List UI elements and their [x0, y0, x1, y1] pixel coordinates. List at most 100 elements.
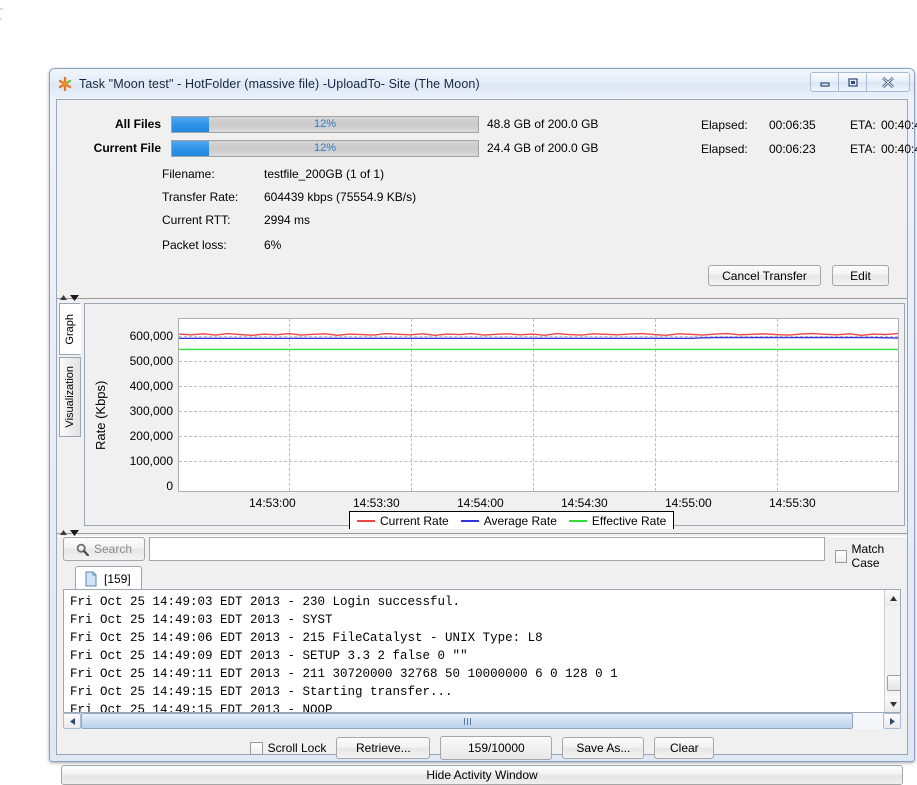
chart-y-tick: 400,000 [107, 379, 173, 393]
scroll-lock-control[interactable]: Scroll Lock [250, 741, 327, 755]
log-output-box[interactable]: Fri Oct 25 14:49:03 EDT 2013 - 230 Login… [63, 589, 901, 713]
legend-swatch-effective-rate [569, 520, 587, 522]
chart-x-tick: 14:54:30 [561, 496, 608, 510]
tab-graph-label: Graph [64, 314, 76, 345]
progress-bytes-current-file: 24.4 GB of 200.0 GB [487, 141, 598, 155]
legend-swatch-current-rate [357, 520, 375, 522]
chart-x-tick: 14:55:00 [665, 496, 712, 510]
log-scroll-thumb[interactable] [887, 675, 901, 691]
magnifier-icon [76, 543, 89, 556]
log-tabstrip [63, 566, 901, 591]
eta-value-all-files: 00:40:40 [881, 118, 917, 132]
search-row: Search Match Case [57, 537, 907, 565]
transfer-summary-panel: All Files 12% 48.8 GB of 200.0 GB Elapse… [57, 100, 907, 294]
chart-y-tick: 600,000 [107, 329, 173, 343]
log-line: Fri Oct 25 14:49:15 EDT 2013 - Starting … [64, 683, 883, 701]
chart-x-tick: 14:54:00 [457, 496, 504, 510]
chart-y-axis-label: Rate (Kbps) [93, 340, 108, 450]
chart-x-tick: 14:53:00 [249, 496, 296, 510]
log-line: Fri Oct 25 14:49:11 EDT 2013 - 211 30720… [64, 665, 883, 683]
progress-percent-current-file: 12% [172, 141, 478, 156]
legend-label-average-rate: Average Rate [484, 514, 557, 528]
detail-transfer-rate-value: 604439 kbps (75554.9 KB/s) [264, 190, 416, 204]
elapsed-value-all-files: 00:06:35 [769, 118, 816, 132]
triangle-down-icon [70, 530, 79, 536]
grip-line [464, 718, 465, 725]
scroll-down-arrow-icon[interactable] [885, 696, 901, 712]
chart-legend: Current Rate Average Rate Effective Rate [349, 511, 674, 531]
clear-button[interactable]: Clear [654, 737, 714, 759]
log-tab-159[interactable]: [159] [75, 566, 142, 590]
detail-packet-loss-key: Packet loss: [162, 238, 262, 252]
match-case-checkbox[interactable] [835, 550, 847, 563]
document-icon [84, 571, 98, 587]
chart-y-tick: 300,000 [107, 404, 173, 418]
splitter-top[interactable] [57, 294, 907, 301]
window-title: Task "Moon test" - HotFolder (massive fi… [79, 77, 480, 91]
elapsed-key-current-file: Elapsed: [701, 142, 748, 156]
detail-current-rtt-value: 2994 ms [264, 213, 310, 227]
chart-x-tick: 14:55:30 [769, 496, 816, 510]
legend-swatch-average-rate [461, 520, 479, 522]
legend-item-average-rate: Average Rate [461, 514, 557, 528]
splitter-arrows[interactable] [60, 294, 79, 301]
scroll-right-arrow-icon[interactable] [883, 713, 901, 729]
progress-row-all-files: All Files 12% 48.8 GB of 200.0 GB [65, 115, 598, 133]
asterisk-app-icon [57, 76, 73, 92]
progress-label-current-file: Current File [65, 141, 161, 155]
graph-view-tabs: Graph Visualization [59, 303, 81, 437]
window-controls [810, 72, 910, 92]
chart-series-svg [179, 319, 898, 491]
detail-current-rtt-key: Current RTT: [162, 213, 262, 227]
window-titlebar[interactable]: Task "Moon test" - HotFolder (massive fi… [50, 69, 914, 98]
restore-button[interactable] [838, 72, 867, 92]
legend-item-current-rate: Current Rate [357, 514, 449, 528]
progress-bytes-all-files: 48.8 GB of 200.0 GB [487, 117, 598, 131]
detail-filename-value: testfile_200GB (1 of 1) [264, 167, 384, 181]
log-line: Fri Oct 25 14:49:03 EDT 2013 - SYST [64, 611, 883, 629]
scroll-lock-checkbox[interactable] [250, 742, 263, 755]
detail-filename-key: Filename: [162, 167, 262, 181]
task-window: Task "Moon test" - HotFolder (massive fi… [49, 68, 915, 762]
window-body: All Files 12% 48.8 GB of 200.0 GB Elapse… [56, 99, 908, 755]
close-button[interactable] [866, 72, 910, 92]
scroll-up-arrow-icon[interactable] [885, 590, 901, 606]
cancel-transfer-button[interactable]: Cancel Transfer [708, 265, 821, 286]
progress-row-current-file: Current File 12% 24.4 GB of 200.0 GB [65, 139, 598, 157]
splitter-arrows[interactable] [60, 529, 79, 536]
retrieve-button[interactable]: Retrieve... [336, 737, 430, 759]
legend-label-effective-rate: Effective Rate [592, 514, 666, 528]
log-vertical-scrollbar[interactable] [884, 590, 900, 712]
log-hscroll-thumb[interactable] [81, 713, 853, 729]
tab-graph[interactable]: Graph [59, 303, 81, 355]
search-button[interactable]: Search [63, 537, 145, 561]
save-as-button[interactable]: Save As... [562, 737, 644, 759]
chart-y-tick: 100,000 [107, 454, 173, 468]
scroll-lock-label: Scroll Lock [268, 741, 327, 755]
chart-y-tick: 0 [107, 479, 173, 493]
grip-line [467, 718, 468, 725]
edit-button[interactable]: Edit [832, 265, 889, 286]
splitter-bottom[interactable] [57, 529, 907, 536]
elapsed-key-all-files: Elapsed: [701, 118, 748, 132]
minimize-button[interactable] [810, 72, 839, 92]
scroll-left-arrow-icon[interactable] [63, 713, 81, 729]
progress-bar-all-files: 12% [171, 116, 479, 133]
hide-activity-window-button[interactable]: Hide Activity Window [61, 765, 903, 785]
log-line: Fri Oct 25 14:49:15 EDT 2013 - NOOP [64, 701, 883, 713]
log-count-box: 159/10000 [440, 736, 552, 760]
triangle-up-icon [60, 530, 67, 535]
log-line: Fri Oct 25 14:49:03 EDT 2013 - 230 Login… [64, 593, 883, 611]
search-input[interactable] [149, 537, 825, 561]
legend-label-current-rate: Current Rate [380, 514, 449, 528]
log-line: Fri Oct 25 14:49:06 EDT 2013 - 215 FileC… [64, 629, 883, 647]
log-horizontal-scrollbar[interactable] [63, 713, 901, 729]
tab-visualization[interactable]: Visualization [59, 357, 81, 437]
log-tab-label: [159] [104, 572, 131, 586]
chart-y-tick: 500,000 [107, 354, 173, 368]
graph-panel: Graph Visualization Rate (Kbps) 600,000 … [57, 301, 907, 529]
log-lines-container: Fri Oct 25 14:49:03 EDT 2013 - 230 Login… [64, 593, 883, 713]
triangle-down-icon [70, 295, 79, 301]
triangle-up-icon [60, 295, 67, 300]
eta-key-current-file: ETA: [850, 142, 876, 156]
